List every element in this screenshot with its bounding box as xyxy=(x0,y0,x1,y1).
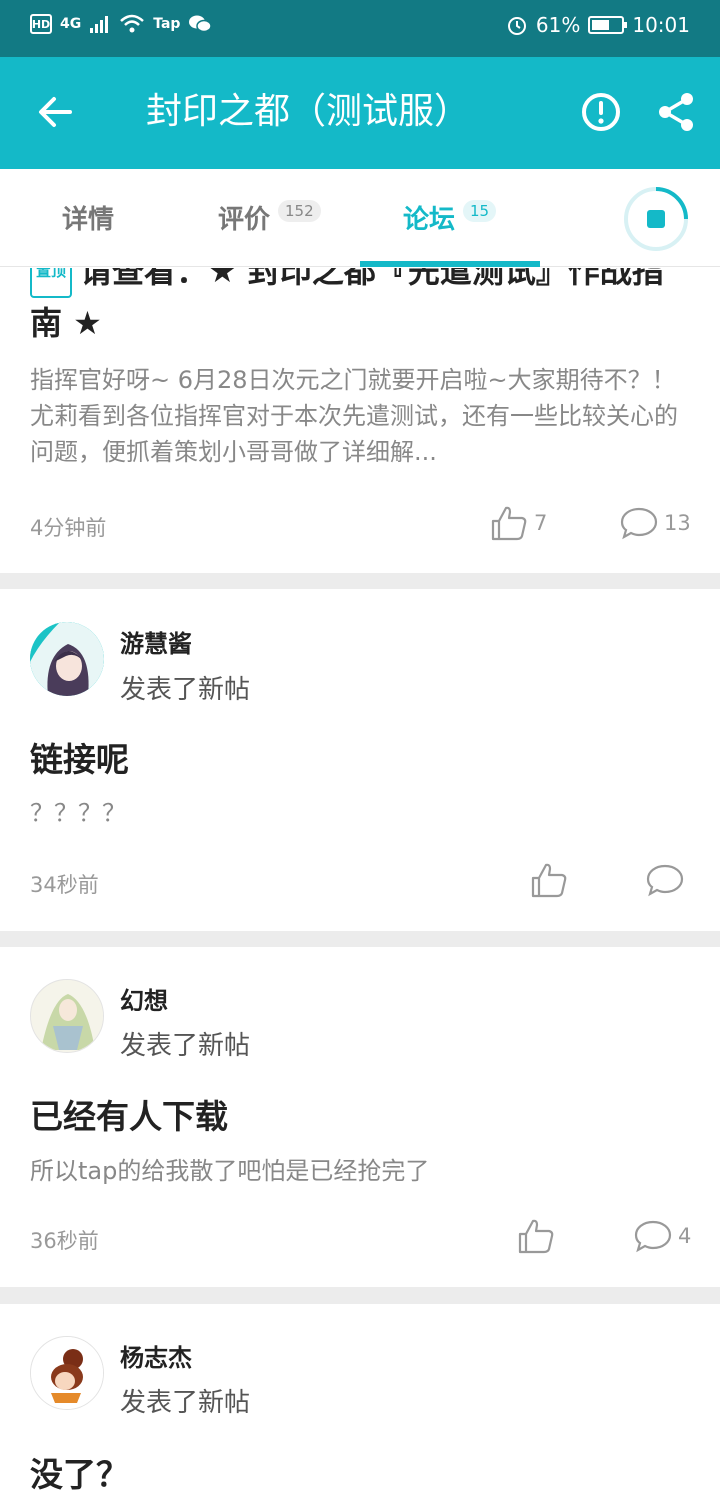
like-button[interactable] xyxy=(517,1217,561,1255)
share-button[interactable] xyxy=(654,89,700,135)
author-name[interactable]: 幻想 xyxy=(120,981,168,1016)
pinned-badge: 置顶 xyxy=(30,268,73,298)
signal-icon xyxy=(90,16,109,33)
tab-count-badge: 15 xyxy=(463,200,497,222)
hd-icon: HD xyxy=(30,14,52,34)
back-button[interactable] xyxy=(30,87,80,137)
avatar[interactable] xyxy=(30,622,104,696)
post-title: 置顶 请查看：★ 封印之都『先遣测试』作战指南 ★ xyxy=(30,268,690,348)
status-bar: HD 4G Tap 61% 10:01 xyxy=(0,0,720,57)
post-title: 已经有人下载 xyxy=(30,1097,228,1136)
tab-label: 论坛 xyxy=(403,205,456,235)
avatar-image xyxy=(31,980,103,1052)
comment-bubble-icon xyxy=(634,1220,672,1253)
divider xyxy=(0,1287,720,1304)
avatar-image xyxy=(31,1337,103,1409)
tab-forum[interactable]: 论坛 15 xyxy=(403,199,497,236)
clock: 10:01 xyxy=(632,13,690,37)
pinned-post[interactable]: 置顶 请查看：★ 封印之都『先遣测试』作战指南 ★ 指挥官好呀~ 6月28日次元之… xyxy=(0,268,720,573)
tab-details[interactable]: 详情 xyxy=(62,199,114,236)
post-title: 没了？ xyxy=(30,1455,129,1494)
battery-percent: 61% xyxy=(535,13,581,37)
alarm-icon xyxy=(507,17,526,35)
forum-post[interactable]: 杨志杰 发表了新帖 没了？ xyxy=(0,1304,720,1496)
wifi-icon xyxy=(120,14,145,33)
comment-bubble-icon xyxy=(646,864,684,897)
post-title-text: 请查看：★ 封印之都『先遣测试』作战指南 ★ xyxy=(30,268,664,342)
stop-icon xyxy=(647,210,665,228)
divider xyxy=(0,573,720,589)
avatar[interactable] xyxy=(30,1336,104,1410)
author-name[interactable]: 游慧酱 xyxy=(120,624,192,659)
post-excerpt: 指挥官好呀~ 6月28日次元之门就要开启啦~大家期待不？！ 尤莉看到各位指挥官对… xyxy=(30,366,678,466)
status-left: HD 4G Tap xyxy=(30,14,213,34)
status-right: 61% 10:01 xyxy=(506,13,690,37)
author-name[interactable]: 杨志杰 xyxy=(120,1338,192,1373)
thumbs-up-icon xyxy=(531,863,567,898)
comment-button[interactable] xyxy=(646,863,690,897)
share-icon xyxy=(659,93,693,131)
comment-button[interactable]: 13 xyxy=(620,506,691,540)
thumbs-up-icon xyxy=(518,1219,554,1254)
avatar-image xyxy=(30,622,104,696)
post-action-text: 发表了新帖 xyxy=(120,1031,251,1061)
arrow-left-icon xyxy=(39,97,72,127)
avatar[interactable] xyxy=(30,979,104,1053)
post-excerpt: ？？？？ xyxy=(30,799,126,827)
battery-icon xyxy=(588,16,628,34)
download-stop-button[interactable] xyxy=(624,187,688,251)
tab-label: 评价 xyxy=(218,205,271,235)
tab-bar: 详情 评价 152 论坛 15 xyxy=(0,169,720,267)
forum-feed: 置顶 请查看：★ 封印之都『先遣测试』作战指南 ★ 指挥官好呀~ 6月28日次元之… xyxy=(0,268,720,1496)
comment-count: 4 xyxy=(678,1224,692,1248)
comment-count: 13 xyxy=(664,511,691,535)
tab-label: 详情 xyxy=(62,205,115,235)
report-button[interactable] xyxy=(578,89,624,135)
tab-count-badge: 152 xyxy=(278,200,321,222)
like-button[interactable] xyxy=(530,861,574,899)
forum-post[interactable]: 游慧酱 发表了新帖 链接呢 ？？？？ 34秒前 xyxy=(0,589,720,931)
post-time: 4分钟前 xyxy=(30,516,107,540)
page-title: 封印之都（测试服） xyxy=(146,91,471,132)
network-type: 4G xyxy=(60,16,82,32)
tab-reviews[interactable]: 评价 152 xyxy=(218,199,321,236)
tap-icon: Tap xyxy=(153,16,181,32)
post-title: 链接呢 xyxy=(30,740,129,779)
app-bar: 封印之都（测试服） xyxy=(0,57,720,169)
like-button[interactable]: 7 xyxy=(490,504,547,542)
post-time: 36秒前 xyxy=(30,1229,99,1253)
alert-icon xyxy=(582,93,620,131)
post-excerpt: 所以tap的给我散了吧怕是已经抢完了 xyxy=(30,1157,430,1185)
comment-bubble-icon xyxy=(620,507,658,540)
wechat-icon xyxy=(189,15,213,33)
post-action-text: 发表了新帖 xyxy=(120,675,251,705)
thumbs-up-icon xyxy=(491,506,527,541)
comment-button[interactable]: 4 xyxy=(634,1219,691,1253)
forum-post[interactable]: 幻想 发表了新帖 已经有人下载 所以tap的给我散了吧怕是已经抢完了 36秒前 … xyxy=(0,947,720,1287)
divider xyxy=(0,931,720,947)
active-tab-indicator xyxy=(360,261,540,267)
post-action-text: 发表了新帖 xyxy=(120,1388,251,1418)
post-time: 34秒前 xyxy=(30,873,99,897)
like-count: 7 xyxy=(534,511,548,535)
